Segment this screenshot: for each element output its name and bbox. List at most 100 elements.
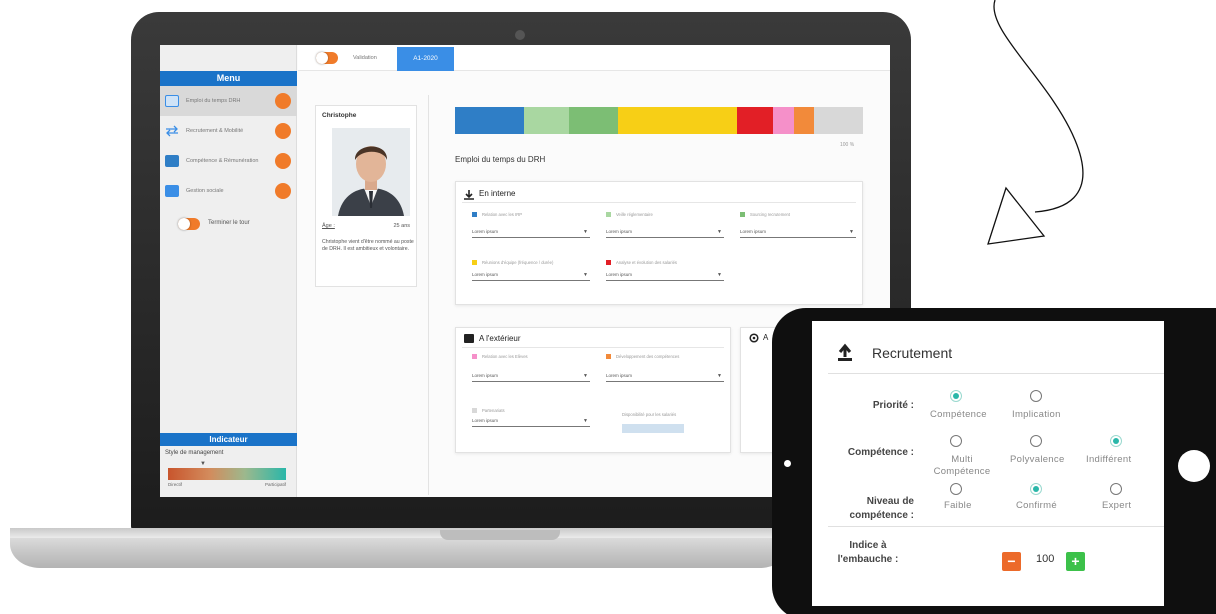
select-sourcing[interactable]: Lorem ipsum ▼ xyxy=(740,226,856,238)
question-priorite: Priorité : xyxy=(872,400,914,411)
panel-title: Recrutement xyxy=(872,345,953,361)
indicator-subtitle: Style de management xyxy=(165,450,224,456)
sidebar-item-recrutement[interactable]: Recrutement & Mobilité xyxy=(160,116,297,146)
menu-title: Menu xyxy=(160,71,297,86)
radio-faible[interactable] xyxy=(950,483,962,495)
time-segment xyxy=(793,107,814,134)
field-label: Relation avec les IRP xyxy=(482,212,523,217)
page-title: Emploi du temps du DRH xyxy=(455,155,546,164)
indice-label: Indice à l'embauche : xyxy=(837,540,899,565)
select-reunions[interactable]: Lorem ipsum ▼ xyxy=(472,269,590,281)
age-value: 25 ans xyxy=(393,223,410,229)
sidebar-item-label: Gestion sociale xyxy=(186,187,224,194)
time-segment xyxy=(569,107,619,134)
tablet-screen: Recrutement Priorité : Compétence Implic… xyxy=(812,321,1164,606)
select-developpement[interactable]: Lorem ipsum ▼ xyxy=(606,370,724,382)
increment-button[interactable]: + xyxy=(1066,552,1085,571)
card-interne: En interne Relation avec les IRP Lorem i… xyxy=(455,181,863,305)
decrement-button[interactable]: − xyxy=(1002,552,1021,571)
validation-toggle[interactable] xyxy=(316,52,338,64)
camera-icon xyxy=(515,30,525,40)
profile-name: Christophe xyxy=(322,112,357,119)
laptop-notch xyxy=(440,530,560,540)
sidebar-item-label: Recrutement & Mobilité xyxy=(186,127,244,134)
legend-swatch xyxy=(606,212,611,217)
field-label: Analyse et évolution des salariés xyxy=(616,260,677,265)
legend-swatch xyxy=(472,212,477,217)
field-label: Développement des compétences xyxy=(616,354,680,359)
sidebar-item-competence[interactable]: Compétence & Rémunération xyxy=(160,146,297,176)
tab-year[interactable]: A1-2020 xyxy=(397,47,454,71)
time-segment xyxy=(524,107,570,134)
sidebar: Menu Emploi du temps DRH Recrutement & M… xyxy=(160,45,297,497)
radio-expert[interactable] xyxy=(1110,483,1122,495)
transfer-icon xyxy=(166,125,178,137)
target-icon xyxy=(749,333,759,343)
field-label: Relation avec les Elèves xyxy=(482,354,528,359)
sidebar-item-emploi[interactable]: Emploi du temps DRH xyxy=(160,86,297,116)
download-icon xyxy=(464,190,474,200)
select-analyse[interactable]: Lorem ipsum ▼ xyxy=(606,269,724,281)
tablet: Recrutement Priorité : Compétence Implic… xyxy=(772,308,1216,614)
option-label: Compétence xyxy=(930,409,987,420)
profile-card: Christophe Âge : 25 ans Christophe vient… xyxy=(315,105,417,287)
legend-swatch xyxy=(606,260,611,265)
option-label: Polyvalence xyxy=(1010,454,1065,465)
card-exterieur: A l'extérieur Relation avec les Elèves L… xyxy=(455,327,731,453)
select-relation-eleves[interactable]: Lorem ipsum ▼ xyxy=(472,370,590,382)
radio-confirme[interactable] xyxy=(1030,483,1042,495)
radio-polyvalence[interactable] xyxy=(1030,435,1042,447)
radio-multi-competence[interactable] xyxy=(950,435,962,447)
time-segment xyxy=(773,107,794,134)
indicator-title: Indicateur xyxy=(160,433,297,446)
legend-swatch xyxy=(472,260,477,265)
field-label: Veille réglementaire xyxy=(616,212,653,217)
age-label: Âge : xyxy=(322,223,335,229)
time-segment xyxy=(455,107,525,134)
time-percent: 100 % xyxy=(840,142,855,148)
field-label: Réunions d'équipe (fréquence / durée) xyxy=(482,260,554,265)
time-distribution-bar xyxy=(455,107,863,134)
legend-swatch xyxy=(472,354,477,359)
option-label: Faible xyxy=(944,500,972,511)
divider xyxy=(428,95,429,495)
tablet-camera xyxy=(784,460,791,467)
indicator-right-label: Participatif xyxy=(264,482,286,487)
status-dot xyxy=(275,183,291,199)
sidebar-item-label: Compétence & Rémunération xyxy=(186,157,259,164)
laptop-base-lip xyxy=(10,528,790,538)
profile-photo xyxy=(332,128,410,216)
mockup-stage: Menu Emploi du temps DRH Recrutement & M… xyxy=(0,0,1216,614)
divider xyxy=(828,526,1164,527)
tour-toggle[interactable] xyxy=(178,218,200,230)
radio-indifferent[interactable] xyxy=(1110,435,1122,447)
indice-value: 100 xyxy=(1036,553,1055,565)
tablet-home-button[interactable] xyxy=(1178,450,1210,482)
indicator-left-label: Directif xyxy=(168,482,183,487)
card-title: A l'extérieur xyxy=(479,334,521,343)
field-label: Disponibilité pour les salariés xyxy=(622,412,677,417)
field-label: Partenariats xyxy=(482,408,505,413)
sidebar-item-gestion[interactable]: Gestion sociale xyxy=(160,176,297,206)
topbar: Validation A1-2020 xyxy=(298,45,890,71)
divider xyxy=(462,202,856,203)
option-label: Multi Compétence xyxy=(933,454,991,477)
radio-competence[interactable] xyxy=(950,390,962,402)
card-title: En interne xyxy=(479,189,516,198)
radio-implication[interactable] xyxy=(1030,390,1042,402)
select-relation-irp[interactable]: Lorem ipsum ▼ xyxy=(472,226,590,238)
select-partenariats[interactable]: Lorem ipsum ▼ xyxy=(472,415,590,427)
chat-icon xyxy=(464,334,474,343)
question-competence: Compétence : xyxy=(847,447,914,458)
legend-swatch xyxy=(606,354,611,359)
status-dot xyxy=(275,153,291,169)
option-label: Confirmé xyxy=(1016,500,1057,511)
indicator-marker-icon: ▼ xyxy=(200,461,206,467)
status-dot xyxy=(275,93,291,109)
sidebar-item-label: Emploi du temps DRH xyxy=(186,97,241,104)
calendar-icon xyxy=(165,95,179,107)
dispo-slider[interactable] xyxy=(622,424,684,433)
profile-bio: Christophe vient d'être nommé au poste d… xyxy=(322,239,414,252)
select-veille[interactable]: Lorem ipsum ▼ xyxy=(606,226,724,238)
option-label: Implication xyxy=(1012,409,1061,420)
